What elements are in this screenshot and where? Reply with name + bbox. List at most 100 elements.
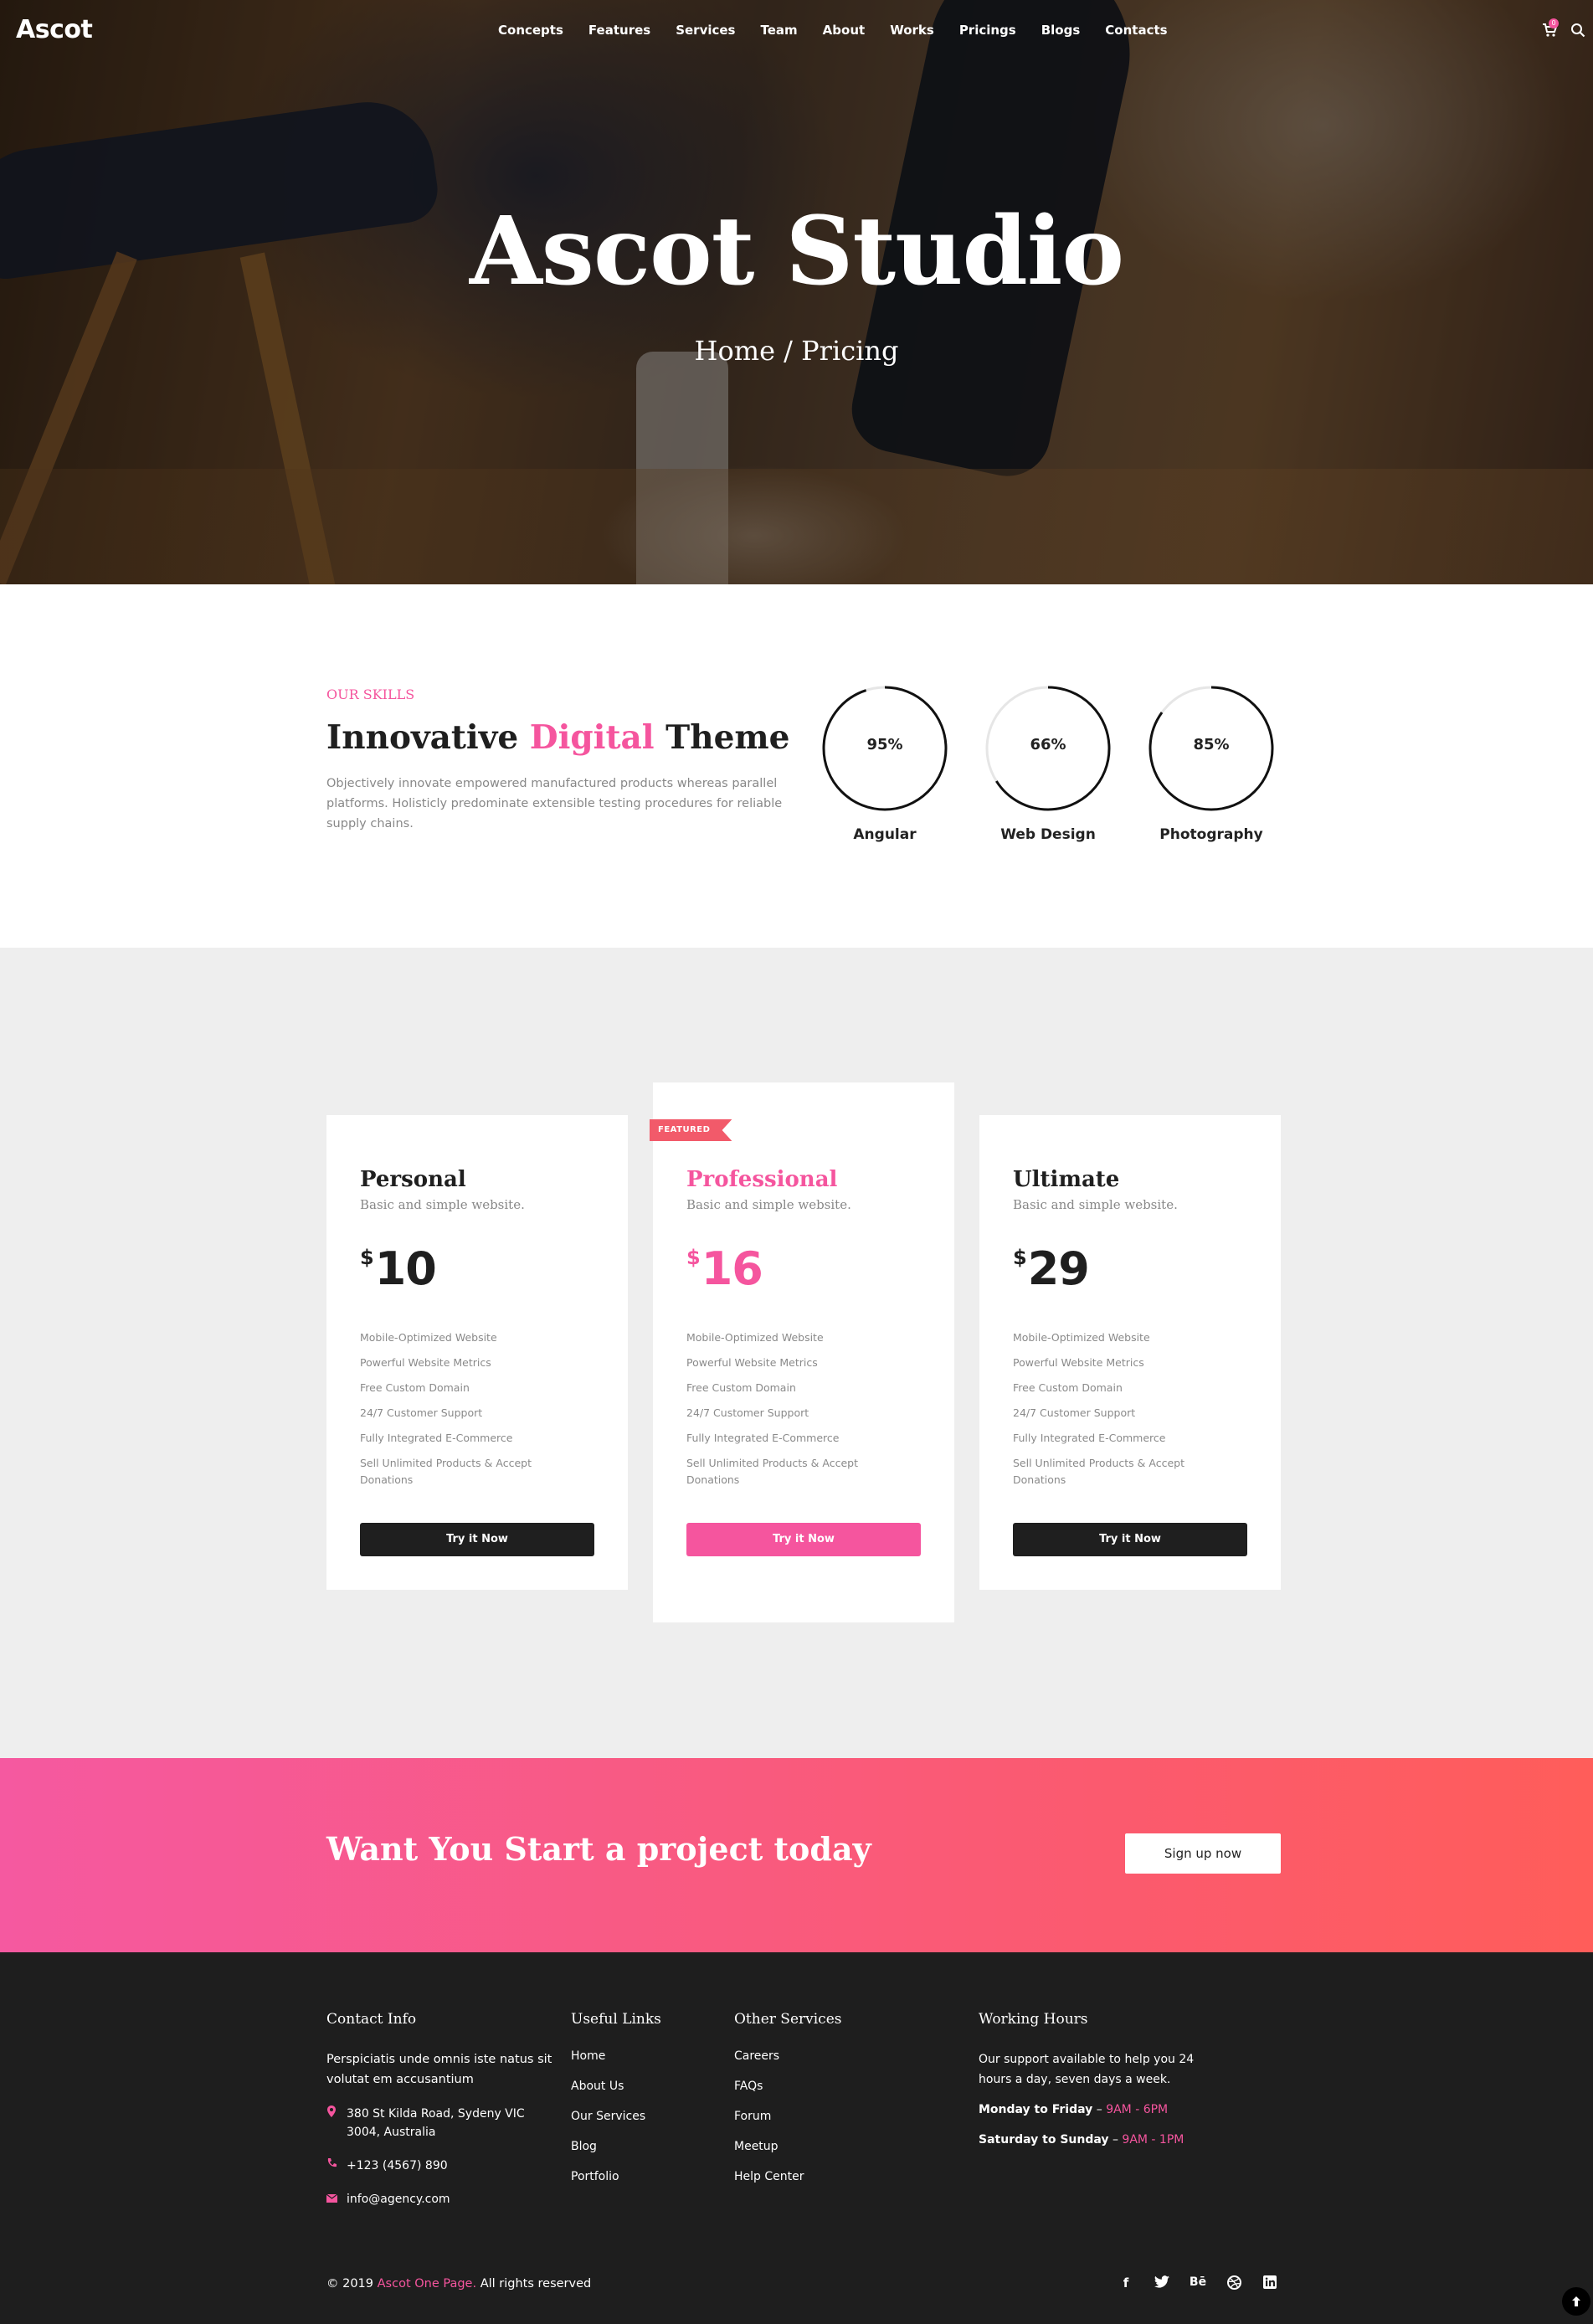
arrow-up-icon (1572, 2296, 1580, 2306)
feature-item: Fully Integrated E-Commerce (360, 1432, 513, 1444)
linkedin-icon[interactable] (1261, 2275, 1279, 2292)
search-icon[interactable] (1570, 23, 1585, 38)
cta-heading: Want You Start a project today (326, 1830, 871, 1868)
cart-count-badge: 0 (1549, 18, 1559, 28)
copyright: © 2019 Ascot One Page. All rights reserv… (326, 2277, 591, 2291)
footer-links: Home About Us Our Services Blog Portfoli… (571, 2049, 705, 2183)
copyright-post: All rights reserved (476, 2277, 592, 2291)
footer-useful-links-column: Useful Links Home About Us Our Services … (571, 2011, 705, 2200)
footer-link-faqs[interactable]: FAQs (734, 2080, 918, 2093)
nav-item-team[interactable]: Team (761, 23, 798, 38)
nav-item-services[interactable]: Services (676, 23, 735, 38)
feature-item: Powerful Website Metrics (360, 1356, 491, 1369)
skill-label: Angular (853, 826, 917, 843)
footer-contact-text: Perspiciatis unde omnis iste natus sit v… (326, 2053, 552, 2086)
footer-heading: Other Services (734, 2011, 842, 2028)
skills-heading-highlight: Digital (529, 718, 655, 757)
feature-item: Sell Unlimited Products & Accept Donatio… (1013, 1457, 1184, 1486)
price-amount: 16 (701, 1242, 763, 1295)
weekday-time: 9AM - 6PM (1106, 2103, 1169, 2116)
phone-icon (326, 2157, 347, 2175)
skill-ring-web-design: 66% Web Design (981, 684, 1115, 843)
footer-heading: Useful Links (571, 2011, 661, 2028)
skills-heading: Innovative Digital Theme (326, 718, 789, 757)
skills-heading-post: Theme (654, 718, 790, 757)
feature-item: 24/7 Customer Support (1013, 1406, 1136, 1419)
try-now-button[interactable]: Try it Now (1013, 1523, 1247, 1556)
feature-item: Free Custom Domain (360, 1381, 470, 1394)
footer-link-help-center[interactable]: Help Center (734, 2170, 918, 2183)
skill-ring-angular: 95% Angular (818, 684, 952, 843)
footer-link-careers[interactable]: Careers (734, 2049, 918, 2063)
social-links: f Bē (1117, 2275, 1297, 2292)
email-text[interactable]: info@agency.com (347, 2190, 450, 2208)
footer-email: info@agency.com (326, 2190, 552, 2208)
price-currency: $ (1013, 1246, 1027, 1269)
pricing-card-personal: Personal Basic and simple website. $10 M… (326, 1115, 628, 1590)
plan-features: Mobile-Optimized Website Powerful Websit… (686, 1329, 887, 1497)
try-now-button[interactable]: Try it Now (686, 1523, 921, 1556)
skill-percent: 95% (866, 736, 903, 753)
feature-item: Fully Integrated E-Commerce (1013, 1432, 1166, 1444)
nav-item-features[interactable]: Features (588, 23, 650, 38)
try-now-button[interactable]: Try it Now (360, 1523, 594, 1556)
plan-name: Ultimate (1013, 1167, 1120, 1192)
weekend-time: 9AM - 1PM (1122, 2133, 1184, 2147)
address-text: 380 St Kilda Road, Sydeny VIC 3004, Aust… (347, 2107, 525, 2139)
nav-item-pricings[interactable]: Pricings (959, 23, 1016, 38)
price-currency: $ (686, 1246, 701, 1269)
page-title: Ascot Studio (469, 197, 1124, 306)
feature-item: Powerful Website Metrics (686, 1356, 818, 1369)
footer-phone: +123 (4567) 890 (326, 2157, 552, 2175)
feature-item: Powerful Website Metrics (1013, 1356, 1144, 1369)
dribbble-icon[interactable] (1225, 2275, 1243, 2292)
skill-percent: 66% (1030, 736, 1066, 753)
top-navbar: Ascot Concepts Features Services Team Ab… (0, 0, 1593, 60)
weekend-label: Saturday to Sunday (979, 2133, 1109, 2147)
footer-link-home[interactable]: Home (571, 2049, 705, 2063)
price-amount: 10 (374, 1242, 437, 1295)
plan-name: Personal (360, 1167, 466, 1192)
footer-link-blog[interactable]: Blog (571, 2140, 705, 2153)
weekday-hours: Monday to Friday – 9AM - 6PM (979, 2103, 1169, 2116)
footer-link-forum[interactable]: Forum (734, 2110, 918, 2123)
facebook-icon[interactable]: f (1117, 2275, 1135, 2292)
feature-item: Mobile-Optimized Website (1013, 1331, 1150, 1344)
feature-item: Sell Unlimited Products & Accept Donatio… (360, 1457, 532, 1486)
feature-item: 24/7 Customer Support (360, 1406, 483, 1419)
skills-heading-pre: Innovative (326, 718, 530, 757)
phone-text[interactable]: +123 (4567) 890 (347, 2157, 448, 2175)
skill-ring-photography: 85% Photography (1144, 684, 1278, 843)
twitter-icon[interactable] (1153, 2275, 1171, 2292)
copyright-link[interactable]: Ascot One Page. (378, 2277, 476, 2291)
nav-item-contacts[interactable]: Contacts (1105, 23, 1167, 38)
breadcrumb: Home / Pricing (694, 335, 899, 367)
plan-features: Mobile-Optimized Website Powerful Websit… (360, 1329, 561, 1497)
main-menu: Concepts Features Services Team About Wo… (498, 23, 1193, 38)
weekend-hours: Saturday to Sunday – 9AM - 1PM (979, 2133, 1184, 2147)
footer-link-meetup[interactable]: Meetup (734, 2140, 918, 2153)
behance-icon[interactable]: Bē (1189, 2275, 1207, 2292)
copyright-pre: © 2019 (326, 2277, 378, 2291)
nav-item-concepts[interactable]: Concepts (498, 23, 563, 38)
footer-heading: Contact Info (326, 2011, 417, 2028)
footer-link-portfolio[interactable]: Portfolio (571, 2170, 705, 2183)
footer-link-our-services[interactable]: Our Services (571, 2110, 705, 2123)
nav-item-about[interactable]: About (823, 23, 866, 38)
feature-item: Fully Integrated E-Commerce (686, 1432, 840, 1444)
plan-subtitle: Basic and simple website. (686, 1197, 851, 1212)
sign-up-button[interactable]: Sign up now (1125, 1833, 1281, 1874)
weekday-label: Monday to Friday (979, 2103, 1093, 2116)
pricing-section: Personal Basic and simple website. $10 M… (0, 948, 1593, 1758)
nav-item-blogs[interactable]: Blogs (1041, 23, 1081, 38)
plan-price: $10 (360, 1242, 437, 1295)
site-logo[interactable]: Ascot (16, 15, 93, 44)
skill-percent: 85% (1193, 736, 1230, 753)
skills-eyebrow: OUR SKILLS (326, 686, 415, 702)
back-to-top-button[interactable] (1562, 2287, 1590, 2316)
nav-item-works[interactable]: Works (890, 23, 934, 38)
skills-section: OUR SKILLS Innovative Digital Theme Obje… (0, 584, 1593, 948)
footer-link-about-us[interactable]: About Us (571, 2080, 705, 2093)
skill-label: Web Design (1000, 826, 1096, 843)
plan-subtitle: Basic and simple website. (360, 1197, 525, 1212)
